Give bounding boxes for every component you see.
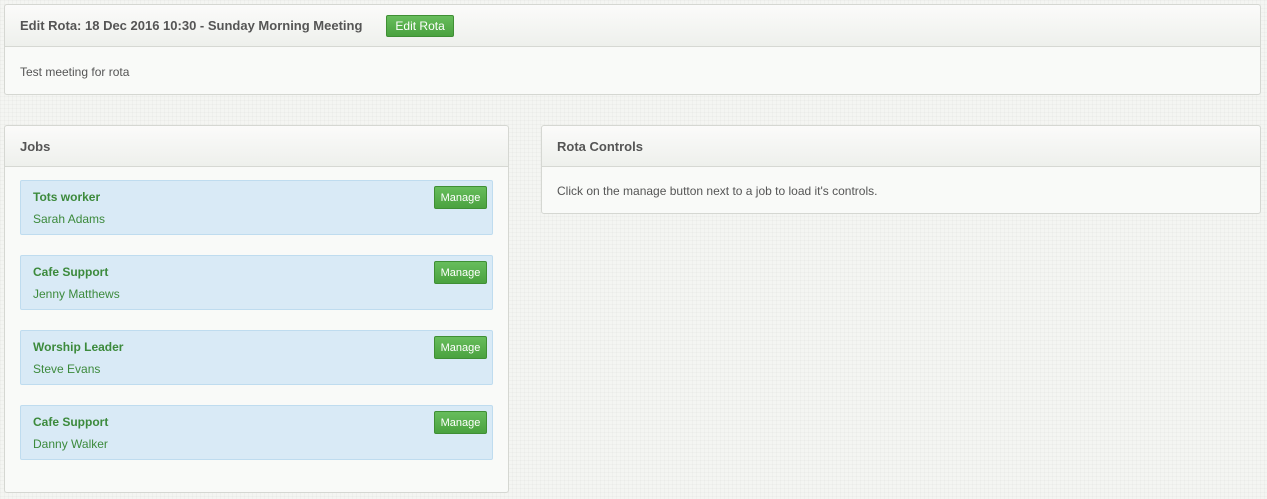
jobs-panel: Jobs Tots worker Sarah Adams Manage Cafe… — [4, 125, 509, 493]
manage-button[interactable]: Manage — [434, 411, 487, 434]
job-person: Steve Evans — [33, 362, 101, 376]
job-item: Tots worker Sarah Adams Manage — [20, 180, 493, 235]
rota-controls-header: Rota Controls — [542, 126, 1260, 167]
job-item: Worship Leader Steve Evans Manage — [20, 330, 493, 385]
jobs-panel-header: Jobs — [5, 126, 508, 167]
manage-button[interactable]: Manage — [434, 261, 487, 284]
rota-controls-title: Rota Controls — [557, 138, 643, 154]
jobs-list: Tots worker Sarah Adams Manage Cafe Supp… — [5, 167, 508, 493]
job-title: Cafe Support — [33, 265, 109, 279]
job-item: Cafe Support Danny Walker Manage — [20, 405, 493, 460]
job-title: Cafe Support — [33, 415, 109, 429]
manage-button[interactable]: Manage — [434, 186, 487, 209]
rota-header: Edit Rota: 18 Dec 2016 10:30 - Sunday Mo… — [5, 5, 1260, 47]
rota-header-panel: Edit Rota: 18 Dec 2016 10:30 - Sunday Mo… — [4, 4, 1261, 95]
rota-controls-description: Click on the manage button next to a job… — [557, 184, 878, 198]
rota-controls-panel: Rota Controls Click on the manage button… — [541, 125, 1261, 214]
page-title: Edit Rota: 18 Dec 2016 10:30 - Sunday Mo… — [20, 18, 363, 33]
jobs-panel-title: Jobs — [20, 138, 51, 154]
job-person: Sarah Adams — [33, 212, 106, 226]
job-item: Cafe Support Jenny Matthews Manage — [20, 255, 493, 310]
rota-description: Test meeting for rota — [20, 65, 130, 79]
job-person: Jenny Matthews — [33, 287, 120, 301]
manage-button[interactable]: Manage — [434, 336, 487, 359]
job-title: Worship Leader — [33, 340, 124, 354]
edit-rota-button[interactable]: Edit Rota — [386, 14, 454, 37]
job-title: Tots worker — [33, 190, 101, 204]
job-person: Danny Walker — [33, 437, 108, 451]
